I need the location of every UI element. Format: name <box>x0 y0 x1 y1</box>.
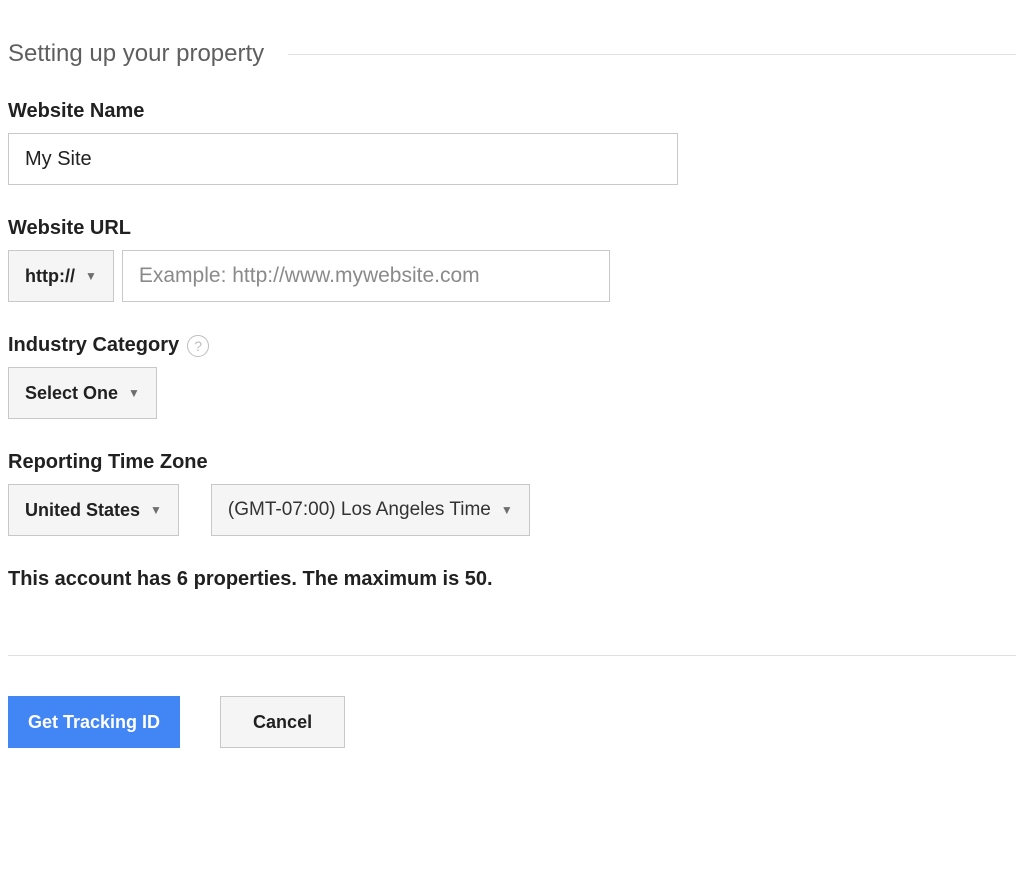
website-name-field: Website Name <box>8 100 1016 185</box>
account-properties-note: This account has 6 properties. The maxim… <box>8 568 1016 591</box>
website-url-input[interactable] <box>122 250 610 302</box>
cancel-button[interactable]: Cancel <box>220 696 345 748</box>
reporting-time-zone-label: Reporting Time Zone <box>8 451 1016 474</box>
section-header: Setting up your property <box>8 40 1016 68</box>
website-name-label: Website Name <box>8 100 1016 123</box>
reporting-time-zone-field: Reporting Time Zone United States ▼ (GMT… <box>8 451 1016 536</box>
timezone-select[interactable]: (GMT-07:00) Los Angeles Time ▼ <box>211 484 530 536</box>
industry-category-select[interactable]: Select One ▼ <box>8 367 157 419</box>
website-url-field: Website URL http:// ▼ <box>8 217 1016 302</box>
section-title: Setting up your property <box>8 40 264 68</box>
website-name-input[interactable] <box>8 133 678 185</box>
caret-down-icon: ▼ <box>501 503 513 517</box>
get-tracking-id-button[interactable]: Get Tracking ID <box>8 696 180 748</box>
website-url-label: Website URL <box>8 217 1016 240</box>
industry-category-value: Select One <box>25 383 118 404</box>
protocol-select-value: http:// <box>25 266 75 287</box>
caret-down-icon: ▼ <box>85 269 97 283</box>
form-actions: Get Tracking ID Cancel <box>8 696 1016 748</box>
help-icon[interactable]: ? <box>187 335 209 357</box>
industry-category-field: Industry Category ? Select One ▼ <box>8 334 1016 419</box>
industry-category-label: Industry Category ? <box>8 334 1016 357</box>
caret-down-icon: ▼ <box>150 503 162 517</box>
protocol-select[interactable]: http:// ▼ <box>8 250 114 302</box>
country-select-value: United States <box>25 500 140 521</box>
timezone-select-value: (GMT-07:00) Los Angeles Time <box>228 499 491 521</box>
country-select[interactable]: United States ▼ <box>8 484 179 536</box>
header-divider-line <box>288 54 1016 55</box>
caret-down-icon: ▼ <box>128 386 140 400</box>
form-divider <box>8 655 1016 656</box>
